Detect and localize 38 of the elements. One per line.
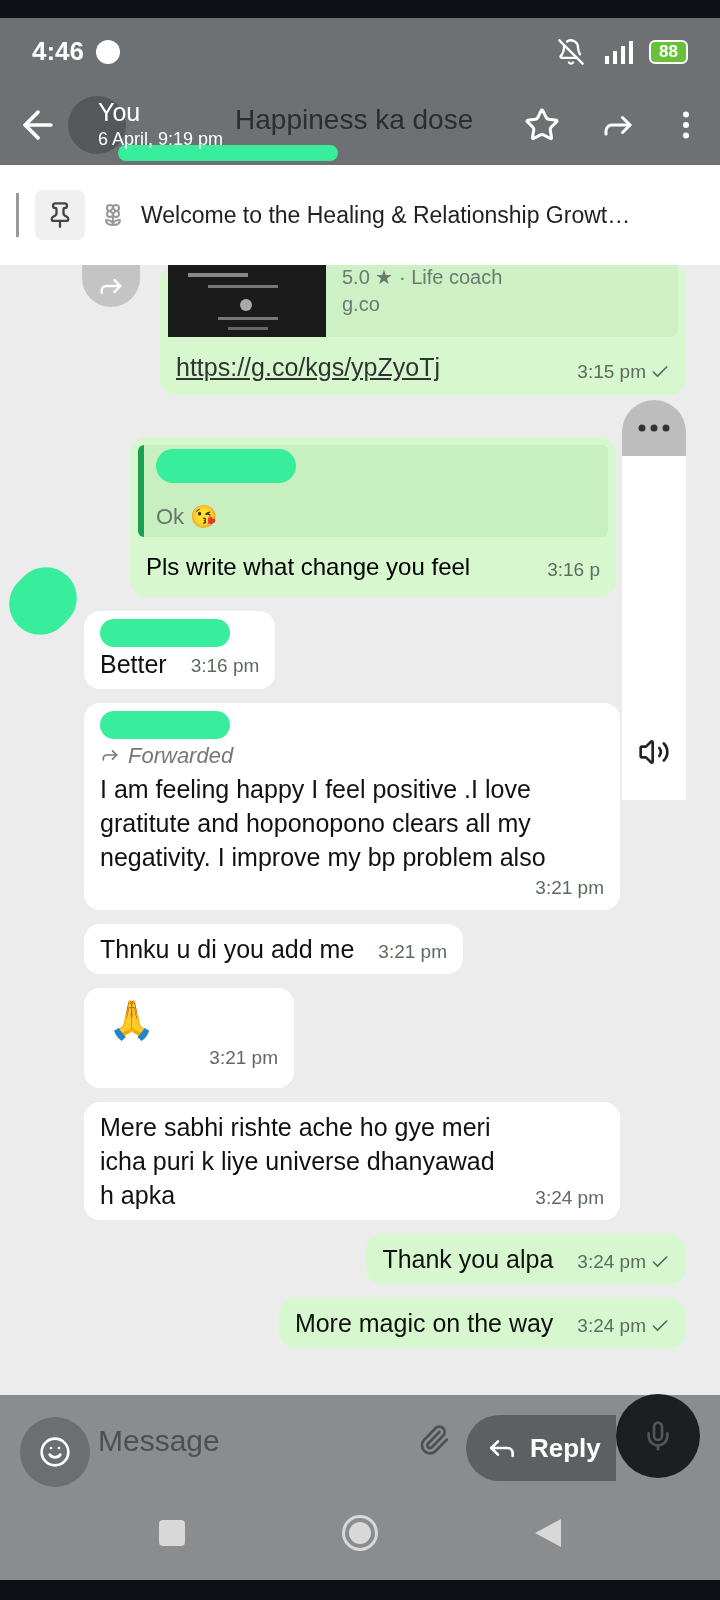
message-text: Mere sabhi rishte ache ho gye meri icha puri k liye universe dhanyawad h apka <box>100 1112 496 1211</box>
message-text: Thank you alpa <box>382 1244 554 1275</box>
message-link[interactable]: https://g.co/kgs/ypZyoTj <box>176 349 440 387</box>
emoji: 🙏 <box>107 998 156 1043</box>
link-domain: g.co <box>342 292 381 317</box>
more-icon[interactable] <box>638 424 670 432</box>
message-time: 3:16 pm <box>190 654 260 678</box>
pinned-message-text: Welcome to the Healing & Relationship Growt… <box>141 200 631 230</box>
silent-icon <box>557 37 586 66</box>
star-button[interactable] <box>524 107 560 143</box>
message-text: Better <box>100 648 167 680</box>
link-meta: 5.0 ★ · Life coach <box>342 265 503 289</box>
sender-name: You <box>98 97 142 126</box>
message-text: Pls write what change you feel <box>146 551 471 582</box>
message-field[interactable]: Message <box>98 1417 398 1463</box>
message-time: 3:24 pm <box>577 1249 646 1274</box>
reply-button[interactable]: Reply <box>466 1415 616 1481</box>
battery-icon: 88 <box>649 39 688 64</box>
message-time: 3:21 pm <box>535 875 604 900</box>
quoted-text: Ok 😘 <box>156 502 219 531</box>
message-text: More magic on the way <box>294 1308 554 1339</box>
message-time: 3:16 p <box>547 558 600 582</box>
message-text: Thnku u di you add me <box>100 934 355 965</box>
attach-icon[interactable] <box>418 1424 450 1456</box>
message-time: 3:15 pm <box>577 360 646 384</box>
quoted-message[interactable]: Ok 😘 <box>138 444 608 537</box>
status-time: 4:46 <box>32 35 85 68</box>
message-text: I am feeling happy I feel positive .I love gratitute and hoponopono clears all my negativity. I improve my bp problem also <box>100 773 547 873</box>
message-time: 3:24 pm <box>577 1313 646 1338</box>
pinned-message-bar[interactable]: Welcome to the Healing & Relationship Growt… <box>0 165 720 265</box>
sticker-icon[interactable] <box>39 1436 71 1468</box>
app-notification-icon <box>96 39 121 64</box>
message-time: 3:21 pm <box>209 1046 278 1070</box>
forwarded-label: Forwarded <box>128 741 234 770</box>
group-name: Happiness ka dose <box>235 103 474 137</box>
message-time: 3:24 pm <box>535 1185 604 1210</box>
message-time: 3:21 pm <box>378 939 447 964</box>
story-timestamp: 6 April, 9:19 pm <box>98 127 224 151</box>
